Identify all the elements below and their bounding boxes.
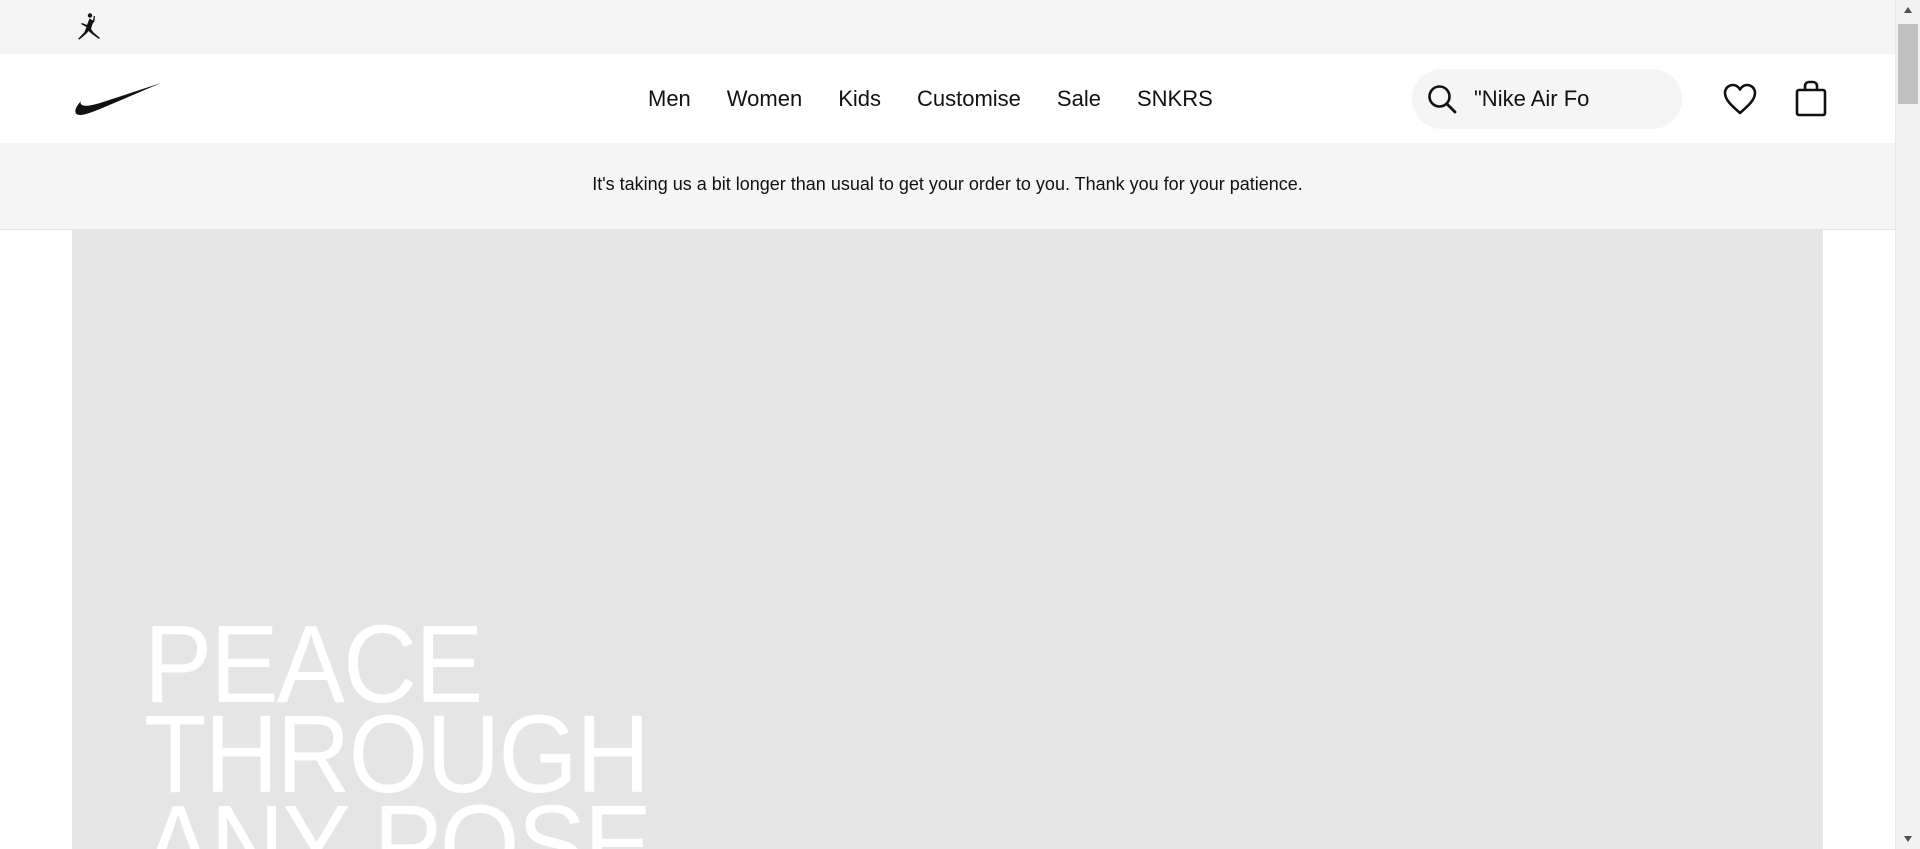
search-input[interactable] bbox=[1474, 86, 1669, 112]
hero-banner[interactable]: PEACE THROUGH ANY POSE bbox=[72, 230, 1823, 849]
nav-item-snkrs[interactable]: SNKRS bbox=[1119, 54, 1231, 143]
nav-item-customise[interactable]: Customise bbox=[899, 54, 1039, 143]
nike-swoosh-icon[interactable] bbox=[70, 82, 162, 116]
search-icon[interactable] bbox=[1412, 69, 1472, 129]
scroll-down-arrow-icon[interactable] bbox=[1896, 829, 1920, 849]
page: Men Women Kids Customise Sale SNKRS "Nik… bbox=[0, 0, 1920, 849]
notice-text: It's taking us a bit longer than usual t… bbox=[592, 173, 1303, 194]
jordan-jumpman-icon[interactable] bbox=[72, 11, 106, 43]
search-box[interactable] bbox=[1412, 69, 1682, 129]
nav-item-kids[interactable]: Kids bbox=[820, 54, 899, 143]
vertical-scrollbar[interactable] bbox=[1895, 0, 1920, 849]
utility-bar bbox=[0, 0, 1895, 54]
viewport: Men Women Kids Customise Sale SNKRS "Nik… bbox=[0, 0, 1895, 849]
scroll-up-arrow-icon[interactable] bbox=[1896, 0, 1920, 20]
heart-icon[interactable] bbox=[1720, 79, 1760, 119]
hero-headline: PEACE THROUGH ANY POSE bbox=[144, 603, 652, 849]
nav-item-men[interactable]: Men bbox=[630, 54, 709, 143]
bag-icon[interactable] bbox=[1791, 78, 1831, 120]
notice-bar: It's taking us a bit longer than usual t… bbox=[0, 143, 1895, 230]
main-nav: Men Women Kids Customise Sale SNKRS bbox=[630, 54, 1231, 143]
main-header: Men Women Kids Customise Sale SNKRS bbox=[0, 54, 1895, 143]
scrollbar-thumb[interactable] bbox=[1898, 24, 1918, 104]
nav-item-women[interactable]: Women bbox=[709, 54, 820, 143]
nav-item-sale[interactable]: Sale bbox=[1039, 54, 1119, 143]
